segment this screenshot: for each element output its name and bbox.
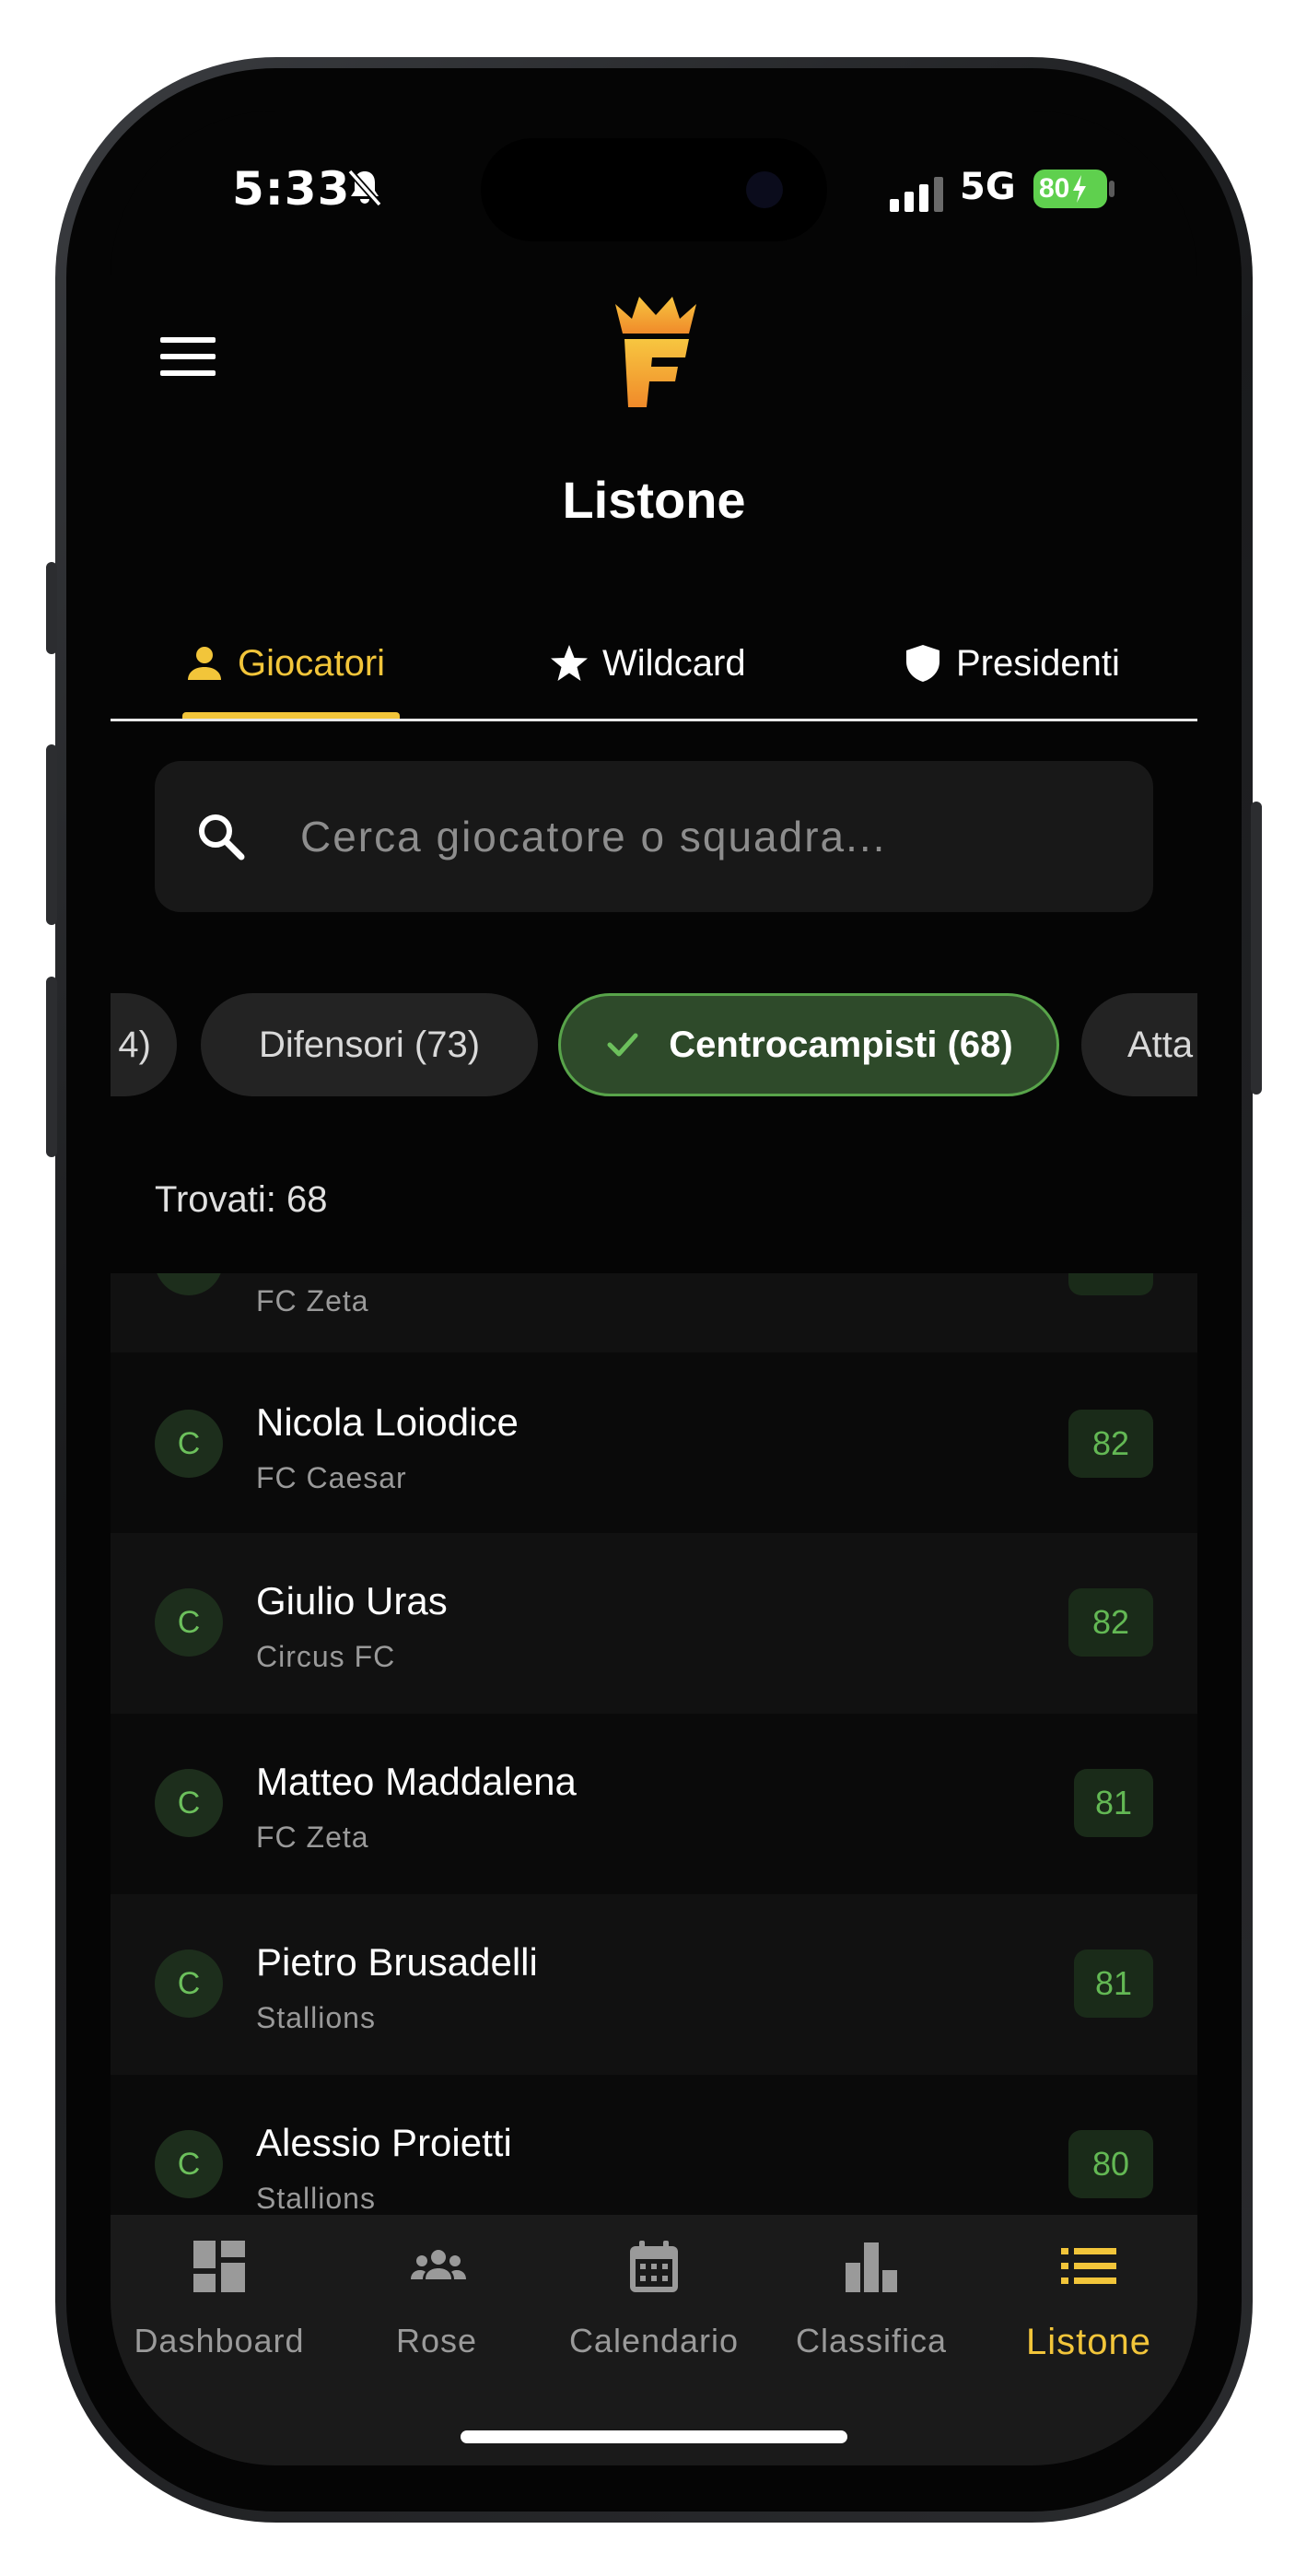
- player-score: 80: [1068, 2130, 1153, 2198]
- front-camera: [746, 171, 783, 208]
- person-icon: [188, 647, 221, 680]
- app-screen: 5:33 5G 80 Listone Giocatori Wildcard Pr…: [111, 111, 1197, 2465]
- filter-chip-label: Difensori (73): [258, 1024, 481, 1065]
- filter-chip-portieri[interactable]: 4): [111, 993, 177, 1096]
- hamburger-menu-icon[interactable]: [160, 335, 216, 378]
- tab-presidenti[interactable]: Presidenti: [903, 608, 1120, 719]
- filter-chip-difensori[interactable]: Difensori (73): [201, 993, 538, 1096]
- player-name: Alessio Proietti: [256, 2121, 512, 2164]
- role-letter: C: [177, 1965, 201, 2001]
- nav-label: Dashboard: [134, 2322, 305, 2359]
- player-team: Stallions: [256, 2182, 376, 2215]
- calendar-icon: [630, 2241, 678, 2292]
- tab-divider: [111, 719, 1197, 721]
- nav-label: Classifica: [795, 2322, 948, 2359]
- player-list[interactable]: C FC Zeta C Nicola Loiodice FC Caesar 82…: [111, 1273, 1197, 2215]
- role-avatar: C: [155, 1769, 223, 1837]
- nav-calendario[interactable]: Calendario: [545, 2239, 763, 2386]
- player-team: Circus FC: [256, 1640, 396, 1673]
- tab-giocatori[interactable]: Giocatori: [184, 608, 385, 719]
- nav-label: Listone: [1026, 2322, 1151, 2362]
- score-value: 81: [1094, 1784, 1133, 1821]
- action-button: [46, 562, 57, 654]
- dashboard-icon: [193, 2241, 245, 2292]
- shield-icon: [906, 645, 939, 682]
- results-count: Trovati: 68: [155, 1179, 328, 1220]
- nav-rose[interactable]: Rose: [328, 2239, 545, 2386]
- player-row[interactable]: C Giulio Uras Circus FC 82: [111, 1533, 1197, 1714]
- battery-level: 80: [1039, 173, 1070, 204]
- player-score: [1068, 1273, 1153, 1295]
- score-value: 82: [1091, 1603, 1130, 1641]
- bar-chart-icon: [846, 2242, 897, 2292]
- player-team: FC Zeta: [256, 1284, 369, 1317]
- player-name: Matteo Maddalena: [256, 1760, 577, 1803]
- role-letter: C: [177, 1785, 201, 1821]
- group-icon: [411, 2250, 466, 2279]
- player-name: Pietro Brusadelli: [256, 1940, 538, 1984]
- nav-classifica[interactable]: Classifica: [763, 2239, 980, 2386]
- tab-wildcard-label: Wildcard: [602, 642, 746, 684]
- player-row[interactable]: C Pietro Brusadelli Stallions 81: [111, 1894, 1197, 2075]
- search-input[interactable]: [298, 761, 1127, 912]
- battery-indicator: 80: [1033, 170, 1107, 208]
- volume-up-button: [46, 744, 57, 925]
- app-logo-icon: [615, 297, 696, 407]
- page-title: Listone: [562, 471, 746, 529]
- home-indicator[interactable]: [461, 2430, 847, 2443]
- filter-chip-label: Centrocampisti (68): [669, 1024, 1013, 1065]
- star-icon: [551, 645, 588, 681]
- player-team: FC Caesar: [256, 1461, 407, 1494]
- nav-dashboard[interactable]: Dashboard: [111, 2239, 328, 2386]
- tab-wildcard[interactable]: Wildcard: [549, 608, 746, 719]
- score-value: 80: [1091, 2145, 1130, 2183]
- signal-icon: [890, 177, 943, 212]
- network-label: 5G: [960, 166, 1016, 208]
- role-letter: C: [178, 1273, 201, 1280]
- tab-bar: Giocatori Wildcard Presidenti: [111, 608, 1197, 719]
- score-value: 82: [1091, 1424, 1130, 1462]
- role-avatar: C: [155, 1588, 223, 1657]
- battery-tip: [1109, 181, 1114, 197]
- player-row[interactable]: C FC Zeta: [111, 1273, 1197, 1352]
- player-name: Nicola Loiodice: [256, 1400, 519, 1444]
- filter-chip-label: Atta: [1127, 1024, 1194, 1065]
- role-avatar: C: [155, 2130, 223, 2198]
- role-letter: C: [177, 1425, 201, 1461]
- nav-label: Calendario: [568, 2322, 740, 2359]
- player-score: 81: [1074, 1769, 1153, 1837]
- tab-presidenti-label: Presidenti: [956, 642, 1120, 684]
- filter-chip-label: 4): [118, 1024, 151, 1065]
- player-row[interactable]: C Nicola Loiodice FC Caesar 82: [111, 1352, 1197, 1533]
- list-icon: [1061, 2248, 1116, 2284]
- player-team: Stallions: [256, 2001, 376, 2034]
- player-row[interactable]: C Matteo Maddalena FC Zeta 81: [111, 1714, 1197, 1894]
- bottom-navigation: Dashboard Rose Calendario Classifica Lis…: [111, 2215, 1197, 2465]
- volume-down-button: [46, 977, 57, 1157]
- status-time: 5:33: [232, 162, 351, 216]
- role-letter: C: [177, 2146, 201, 2182]
- role-avatar: C: [155, 1950, 223, 2018]
- search-bar[interactable]: [155, 761, 1153, 912]
- filter-chip-centrocampisti[interactable]: Centrocampisti (68): [558, 993, 1059, 1096]
- filter-chip-attaccanti[interactable]: Atta: [1081, 993, 1197, 1096]
- role-avatar: C: [155, 1273, 223, 1295]
- check-icon: [607, 1033, 638, 1057]
- player-score: 82: [1068, 1410, 1153, 1478]
- power-button: [1251, 802, 1262, 1095]
- role-letter: C: [177, 1604, 201, 1640]
- player-team: FC Zeta: [256, 1821, 369, 1854]
- bell-slash-icon: [347, 169, 382, 207]
- tab-giocatori-label: Giocatori: [238, 642, 386, 684]
- player-row[interactable]: C Alessio Proietti Stallions 80: [111, 2075, 1197, 2215]
- nav-label: Rose: [395, 2322, 478, 2359]
- search-icon: [199, 814, 245, 861]
- player-score: 81: [1074, 1950, 1153, 2018]
- nav-listone[interactable]: Listone: [980, 2239, 1197, 2386]
- charging-icon: [1073, 175, 1087, 203]
- player-name: Giulio Uras: [256, 1579, 448, 1622]
- score-value: 81: [1094, 1964, 1133, 2002]
- player-score: 82: [1068, 1588, 1153, 1657]
- role-avatar: C: [155, 1410, 223, 1478]
